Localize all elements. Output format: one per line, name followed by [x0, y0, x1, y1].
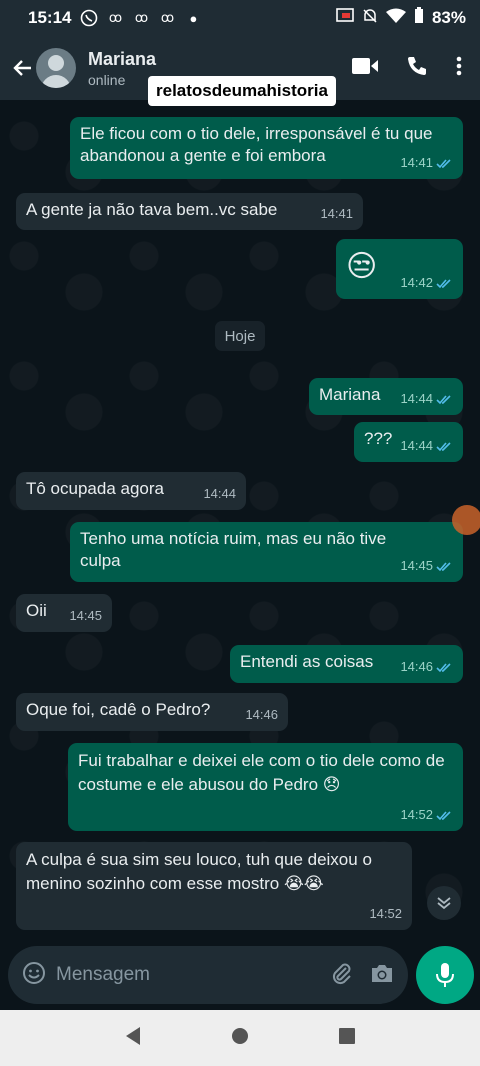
message-text: Oii [26, 601, 47, 620]
video-call-icon[interactable] [352, 57, 378, 80]
message-incoming[interactable]: A gente ja não tava bem..vc sabe 14:41 [16, 193, 363, 230]
nav-home-icon[interactable] [231, 1027, 249, 1050]
message-incoming[interactable]: Oii 14:45 [16, 594, 112, 632]
message-outgoing[interactable]: Fui trabalhar e deixei ele com o tio del… [68, 743, 463, 831]
battery-percent: 83% [431, 8, 466, 27]
notification-icon: ꝏ [134, 10, 149, 25]
message-emoji: 😒 [346, 250, 378, 283]
contact-name: Mariana [88, 48, 157, 69]
read-ticks-icon [436, 810, 451, 820]
message-time: 14:44 [400, 391, 433, 406]
microphone-icon [436, 963, 454, 987]
more-options-icon[interactable] [456, 56, 462, 81]
voice-message-button[interactable] [416, 946, 474, 1004]
message-text: ??? [364, 429, 393, 448]
message-time: 14:45 [69, 608, 102, 623]
message-time: 14:44 [203, 486, 236, 501]
message-text: Oque foi, cadê o Pedro? [26, 700, 211, 719]
battery-icon [414, 7, 424, 29]
message-incoming[interactable]: Oque foi, cadê o Pedro? 14:46 [16, 693, 288, 731]
message-time: 14:52 [369, 906, 402, 921]
watermark-label: relatosdeumahistoria [148, 76, 336, 106]
message-text: Fui trabalhar e deixei ele com o tio del… [78, 751, 445, 794]
message-time: 14:41 [320, 206, 353, 221]
whatsapp-icon [79, 8, 99, 28]
chevron-double-down-icon [437, 897, 451, 910]
attach-icon[interactable] [330, 961, 352, 990]
read-ticks-icon [436, 561, 451, 571]
message-text: A culpa é sua sim seu louco, tuh que dei… [26, 850, 372, 893]
status-time: 15:14 [28, 8, 72, 27]
emoji-icon[interactable] [22, 961, 46, 990]
message-time: 14:42 [400, 275, 433, 290]
read-ticks-icon [436, 278, 451, 288]
message-outgoing[interactable]: Mariana 14:44 [309, 378, 463, 415]
floating-bubble[interactable] [452, 505, 480, 535]
message-outgoing[interactable]: 😒 14:42 [336, 239, 463, 299]
phone-call-icon[interactable] [406, 55, 428, 82]
wifi-icon [385, 8, 406, 29]
contact-info[interactable]: Mariana online [88, 49, 156, 88]
avatar[interactable] [36, 48, 76, 88]
cast-icon [336, 7, 354, 29]
message-time: 14:41 [400, 155, 433, 170]
nav-back-icon[interactable] [124, 1026, 142, 1051]
message-text: Ele ficou com o tio dele, irresponsável … [80, 124, 433, 165]
message-text: Tô ocupada agora [26, 479, 164, 498]
read-ticks-icon [436, 441, 451, 451]
message-incoming[interactable]: Tô ocupada agora 14:44 [16, 472, 246, 510]
message-text: Entendi as coisas [240, 652, 374, 671]
message-outgoing[interactable]: Ele ficou com o tio dele, irresponsável … [70, 117, 463, 179]
message-time: 14:46 [400, 659, 433, 674]
back-arrow-icon[interactable] [10, 56, 34, 80]
status-bar: 15:14 ꝏ ꝏ ꝏ ● 83% [0, 0, 480, 36]
system-nav-bar [0, 1010, 480, 1066]
read-ticks-icon [436, 158, 451, 168]
message-text: Tenho uma notícia ruim, mas eu não tive … [80, 529, 387, 570]
message-composer [8, 946, 408, 1004]
message-input[interactable] [56, 964, 286, 986]
message-time: 14:46 [245, 707, 278, 722]
message-outgoing[interactable]: Tenho uma notícia ruim, mas eu não tive … [70, 522, 463, 582]
notification-icon: ꝏ [160, 10, 175, 25]
message-text: A gente ja não tava bem..vc sabe [26, 200, 278, 219]
camera-icon[interactable] [370, 962, 394, 989]
mute-icon [362, 8, 378, 29]
contact-status: online [88, 71, 126, 88]
message-incoming[interactable]: A culpa é sua sim seu louco, tuh que dei… [16, 842, 412, 930]
read-ticks-icon [436, 662, 451, 672]
nav-recents-icon[interactable] [338, 1027, 356, 1050]
notification-icon: ꝏ [108, 10, 123, 25]
scroll-down-button[interactable] [427, 886, 461, 920]
day-separator: Hoje [215, 321, 265, 351]
message-outgoing[interactable]: ??? 14:44 [354, 422, 463, 462]
message-text: Mariana [319, 385, 381, 404]
message-time: 14:45 [400, 558, 433, 573]
message-time: 14:52 [400, 807, 433, 822]
read-ticks-icon [436, 394, 451, 404]
message-outgoing[interactable]: Entendi as coisas 14:46 [230, 645, 463, 683]
dot-icon: ● [189, 10, 198, 26]
message-time: 14:44 [400, 438, 433, 453]
